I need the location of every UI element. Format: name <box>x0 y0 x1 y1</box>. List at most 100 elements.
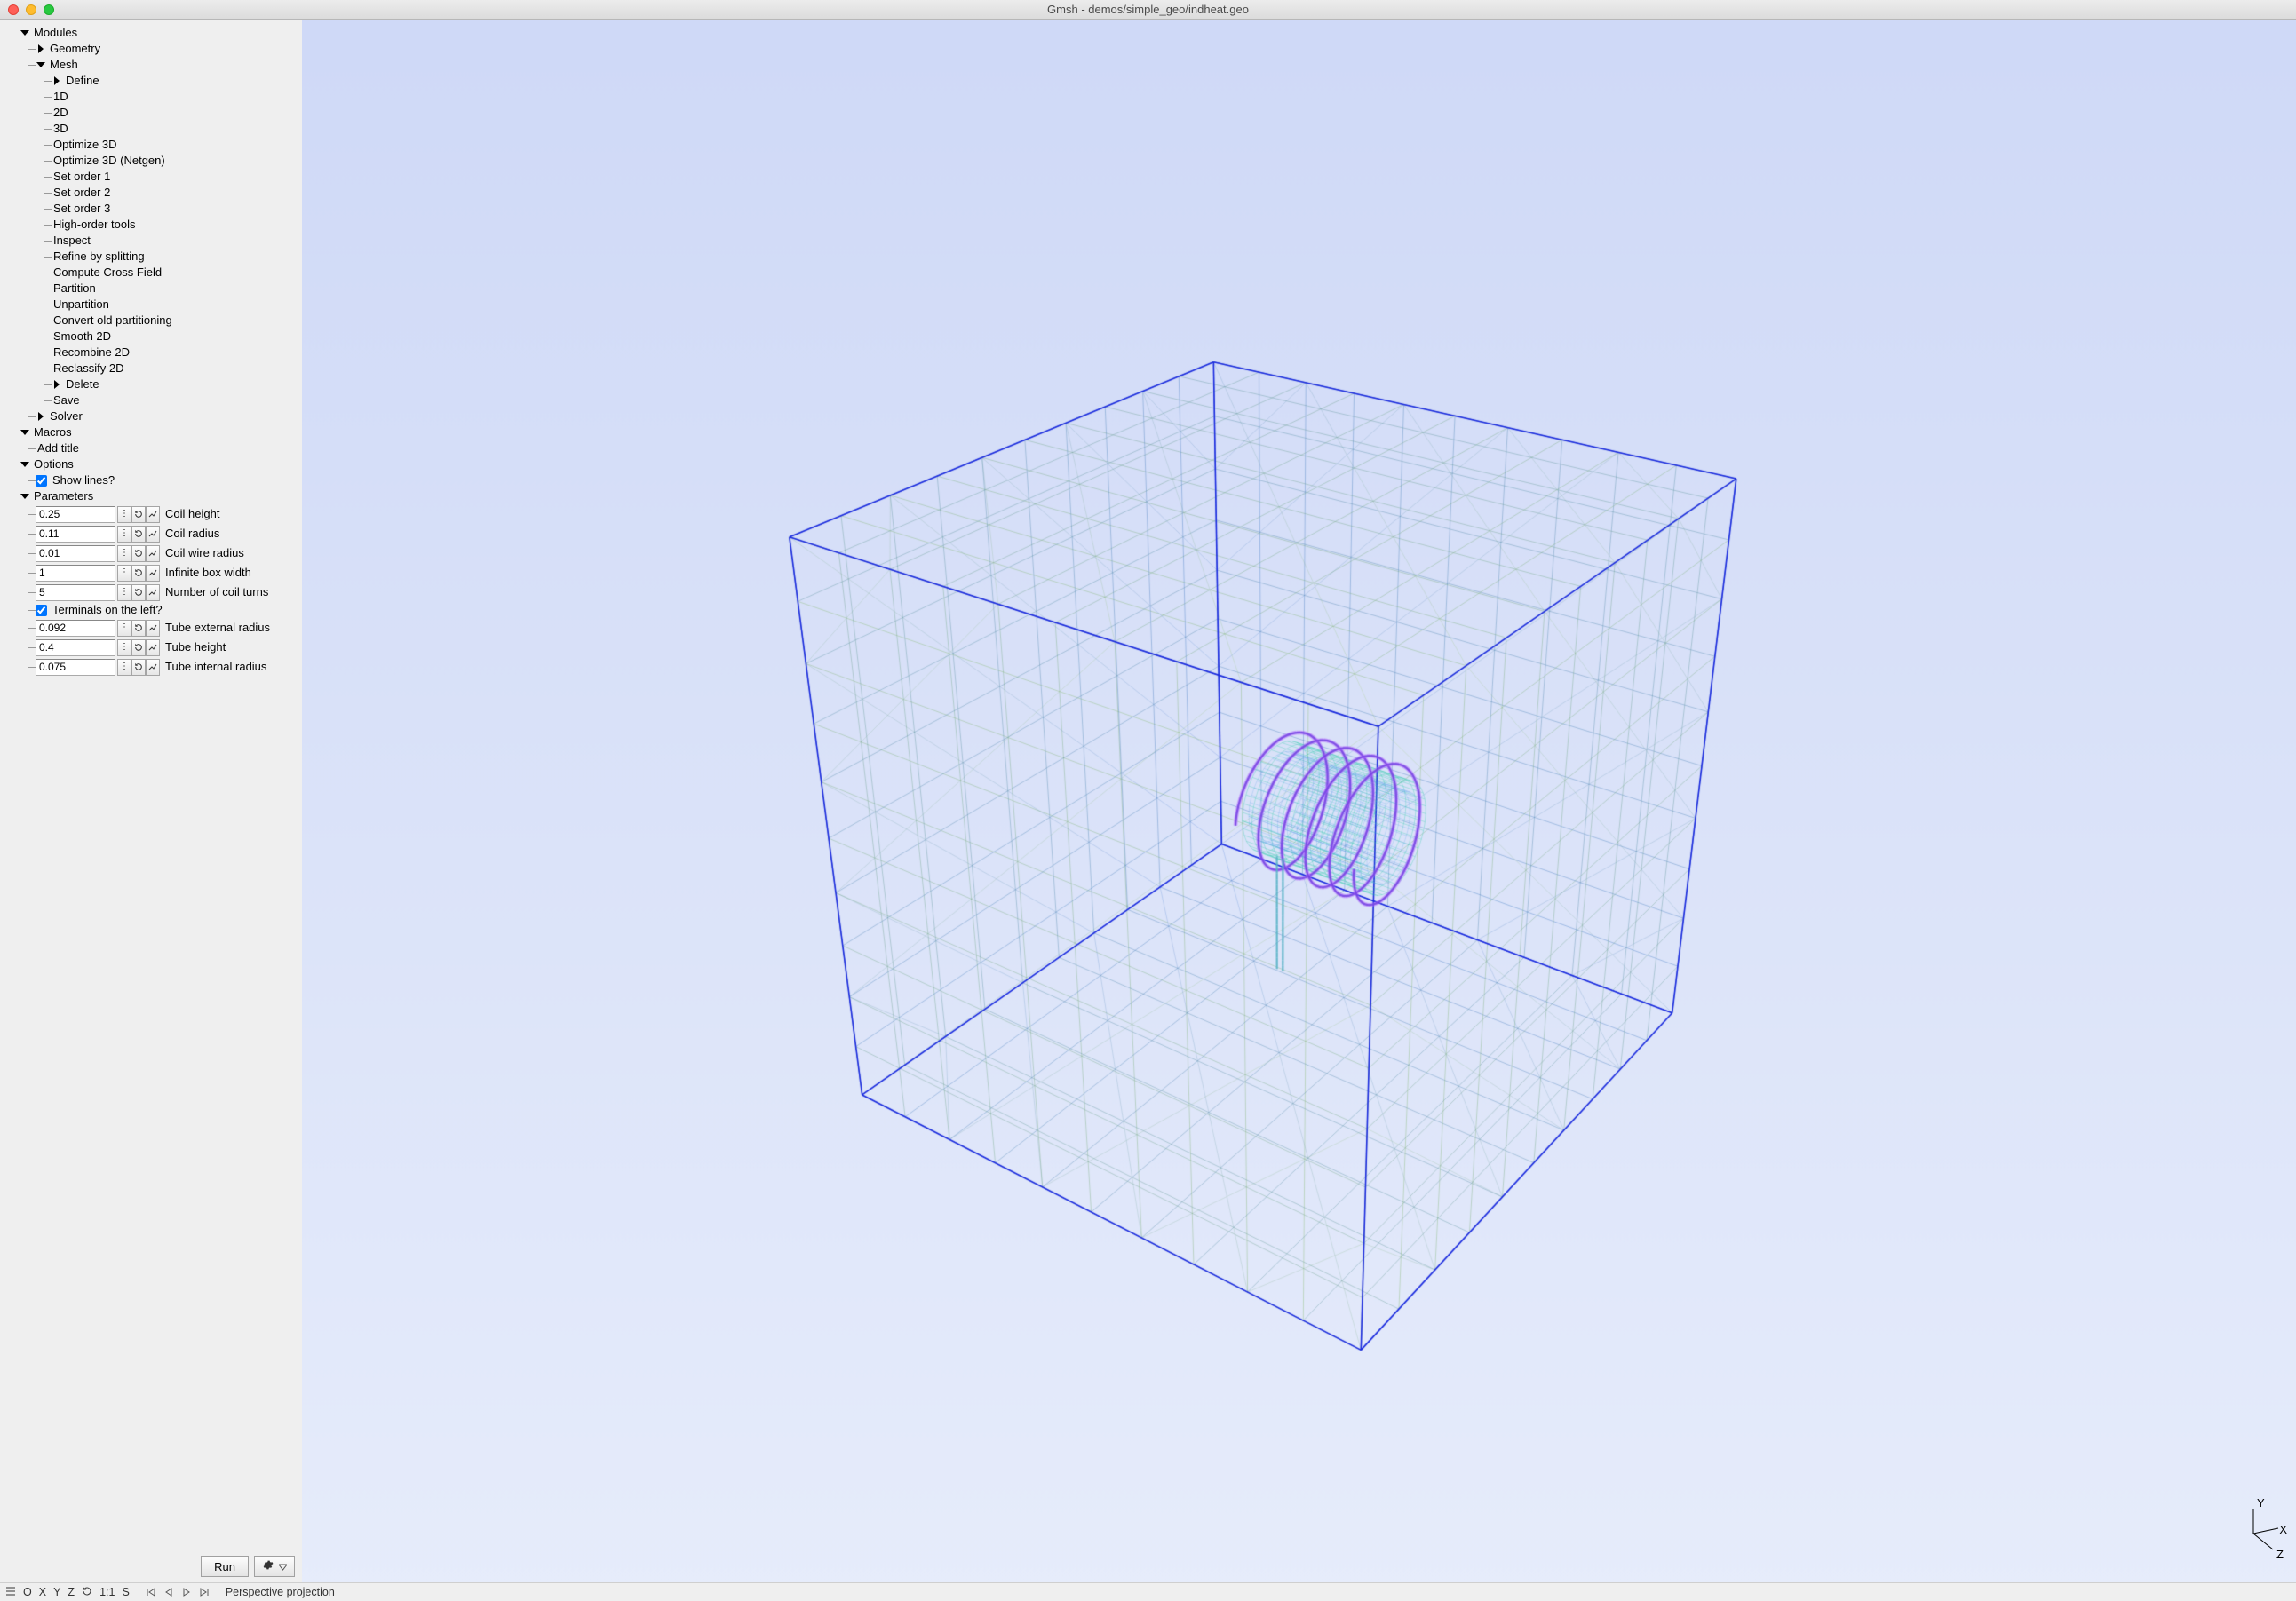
tree-item-convert-partitioning[interactable]: Convert old partitioning <box>4 313 298 329</box>
tree-item-geometry[interactable]: Geometry <box>4 41 298 57</box>
tree-item-high-order-tools[interactable]: High-order tools <box>4 217 298 233</box>
tree-item-save[interactable]: Save <box>4 392 298 408</box>
tree-label: High-order tools <box>52 217 136 233</box>
tree-item-modules[interactable]: Modules <box>4 25 298 41</box>
tree-item-parameters[interactable]: Parameters <box>4 488 298 504</box>
zoom-window-button[interactable] <box>44 4 54 15</box>
tree-item-solver[interactable]: Solver <box>4 408 298 424</box>
tree-item-set-order-1[interactable]: Set order 1 <box>4 169 298 185</box>
param-menu-button[interactable]: ⋮ <box>117 620 131 637</box>
tree-item-1d[interactable]: 1D <box>4 89 298 105</box>
status-Y-button[interactable]: Y <box>52 1586 62 1598</box>
status-rotate-button[interactable] <box>80 1586 94 1599</box>
param-graph-button[interactable] <box>146 545 160 562</box>
status-X-button[interactable]: X <box>37 1586 48 1598</box>
tree-item-3d[interactable]: 3D <box>4 121 298 137</box>
param-reset-button[interactable] <box>131 659 146 676</box>
terminals-left-checkbox[interactable] <box>36 605 47 616</box>
param-reset-button[interactable] <box>131 506 146 523</box>
tree-item-define[interactable]: Define <box>4 73 298 89</box>
expand-icon[interactable] <box>36 59 46 70</box>
status-next-button[interactable] <box>179 1587 194 1597</box>
status-O-button[interactable]: O <box>21 1586 34 1598</box>
tree-item-set-order-2[interactable]: Set order 2 <box>4 185 298 201</box>
param-menu-button[interactable]: ⋮ <box>117 506 131 523</box>
param-input[interactable] <box>36 565 115 582</box>
gear-menu-button[interactable] <box>254 1556 295 1577</box>
collapse-icon[interactable] <box>36 411 46 422</box>
tree-item-optimize3d[interactable]: Optimize 3D <box>4 137 298 153</box>
param-menu-button[interactable]: ⋮ <box>117 545 131 562</box>
param-label: Tube external radius <box>165 620 270 636</box>
status-rewind-button[interactable] <box>144 1587 158 1597</box>
param-input[interactable] <box>36 639 115 656</box>
param-menu-button[interactable]: ⋮ <box>117 565 131 582</box>
param-label: Coil wire radius <box>165 545 244 561</box>
status-S-button[interactable]: S <box>120 1586 131 1598</box>
param-reset-button[interactable] <box>131 639 146 656</box>
param-graph-button[interactable] <box>146 639 160 656</box>
expand-icon[interactable] <box>20 491 30 502</box>
tree-item-cross-field[interactable]: Compute Cross Field <box>4 265 298 281</box>
param-graph-button[interactable] <box>146 565 160 582</box>
tree-label: Compute Cross Field <box>52 265 162 281</box>
collapse-icon[interactable] <box>52 75 62 86</box>
tree-label: Optimize 3D <box>52 137 117 153</box>
tree-item-reclassify-2d[interactable]: Reclassify 2D <box>4 361 298 376</box>
param-input[interactable] <box>36 545 115 562</box>
expand-icon[interactable] <box>20 28 30 38</box>
param-reset-button[interactable] <box>131 545 146 562</box>
tree-item-show-lines[interactable]: Show lines? <box>4 472 298 488</box>
param-menu-button[interactable]: ⋮ <box>117 584 131 601</box>
param-reset-button[interactable] <box>131 565 146 582</box>
tree-item-mesh[interactable]: Mesh <box>4 57 298 73</box>
tree-item-add-title[interactable]: Add title <box>4 440 298 456</box>
param-reset-button[interactable] <box>131 526 146 543</box>
tree-item-smooth-2d[interactable]: Smooth 2D <box>4 329 298 345</box>
status-Z-button[interactable]: Z <box>66 1586 76 1598</box>
status-projection-label[interactable]: Perspective projection <box>224 1586 337 1598</box>
close-window-button[interactable] <box>8 4 19 15</box>
param-input[interactable] <box>36 620 115 637</box>
param-graph-button[interactable] <box>146 584 160 601</box>
param-menu-button[interactable]: ⋮ <box>117 526 131 543</box>
tree-item-set-order-3[interactable]: Set order 3 <box>4 201 298 217</box>
3d-viewport[interactable]: X Y Z <box>302 20 2296 1582</box>
module-tree[interactable]: Modules Geometry Mesh Define 1D 2D 3D Op… <box>0 20 302 1550</box>
collapse-icon[interactable] <box>52 379 62 390</box>
expand-icon[interactable] <box>20 459 30 470</box>
param-terminals-row[interactable]: Terminals on the left? <box>4 602 298 618</box>
tree-item-2d[interactable]: 2D <box>4 105 298 121</box>
minimize-window-button[interactable] <box>26 4 36 15</box>
status-ff-button[interactable] <box>197 1587 211 1597</box>
tree-item-refine[interactable]: Refine by splitting <box>4 249 298 265</box>
param-input[interactable] <box>36 584 115 601</box>
run-button[interactable]: Run <box>201 1556 249 1577</box>
tree-item-partition[interactable]: Partition <box>4 281 298 297</box>
param-reset-button[interactable] <box>131 584 146 601</box>
param-graph-button[interactable] <box>146 620 160 637</box>
param-menu-button[interactable]: ⋮ <box>117 659 131 676</box>
tree-item-inspect[interactable]: Inspect <box>4 233 298 249</box>
collapse-icon[interactable] <box>36 44 46 54</box>
param-graph-button[interactable] <box>146 659 160 676</box>
show-lines-checkbox[interactable] <box>36 475 47 487</box>
tree-item-delete[interactable]: Delete <box>4 376 298 392</box>
tree-item-optimize3d-netgen[interactable]: Optimize 3D (Netgen) <box>4 153 298 169</box>
status-prev-button[interactable] <box>162 1587 176 1597</box>
status-menu-button[interactable] <box>4 1586 18 1599</box>
param-input[interactable] <box>36 506 115 523</box>
tree-item-recombine-2d[interactable]: Recombine 2D <box>4 345 298 361</box>
param-menu-button[interactable]: ⋮ <box>117 639 131 656</box>
status-ratio-button[interactable]: 1:1 <box>98 1586 116 1598</box>
param-graph-button[interactable] <box>146 526 160 543</box>
tree-item-options[interactable]: Options <box>4 456 298 472</box>
expand-icon[interactable] <box>20 427 30 438</box>
tree-label: 2D <box>52 105 68 121</box>
param-input[interactable] <box>36 526 115 543</box>
tree-item-macros[interactable]: Macros <box>4 424 298 440</box>
param-input[interactable] <box>36 659 115 676</box>
param-graph-button[interactable] <box>146 506 160 523</box>
param-reset-button[interactable] <box>131 620 146 637</box>
tree-item-unpartition[interactable]: Unpartition <box>4 297 298 313</box>
